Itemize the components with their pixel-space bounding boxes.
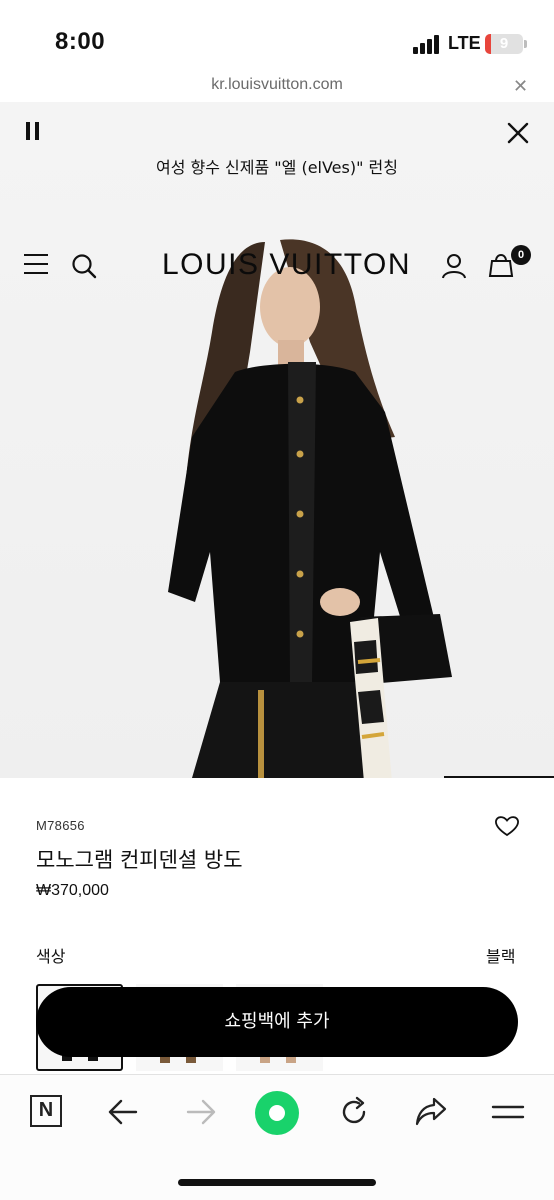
signal-icon	[413, 34, 443, 54]
announcement-text[interactable]: 여성 향수 신제품 "엘 (elVes)" 런칭	[0, 154, 554, 178]
home-indicator	[178, 1179, 376, 1186]
share-icon[interactable]	[414, 1095, 448, 1129]
battery-tip	[524, 40, 527, 48]
reload-icon[interactable]	[337, 1095, 371, 1129]
close-icon[interactable]	[505, 120, 531, 146]
bag-count-badge: 0	[511, 245, 531, 265]
brand-logo[interactable]: LOUIS VUITTON	[162, 248, 411, 282]
search-icon[interactable]	[70, 252, 98, 280]
pause-icon[interactable]	[26, 122, 40, 140]
network-type: LTE	[448, 33, 481, 53]
status-bar: 8:00 LTE 9	[0, 0, 554, 72]
heart-icon[interactable]	[494, 814, 520, 838]
product-name: 모노그램 컨피덴셜 방도	[36, 848, 243, 872]
product-sku: M78656	[36, 818, 85, 833]
arrow-left-icon[interactable]	[106, 1095, 140, 1129]
arrow-right-icon[interactable]	[184, 1095, 218, 1129]
menu-icon[interactable]	[22, 252, 50, 276]
color-value: 블랙	[486, 947, 516, 966]
hero-banner: 여성 향수 신제품 "엘 (elVes)" 런칭 LOUIS VUITTON 0	[0, 102, 554, 778]
naver-n-icon[interactable]: N	[30, 1095, 64, 1129]
carousel-progress	[444, 776, 554, 778]
user-icon[interactable]	[440, 252, 468, 280]
add-to-bag-button[interactable]: 쇼핑백에 추가	[36, 987, 518, 1057]
close-icon[interactable]: ✕	[513, 76, 528, 97]
hamburger-icon[interactable]	[491, 1095, 525, 1129]
model-image	[168, 239, 452, 778]
color-label: 색상	[36, 947, 66, 966]
battery-level: 9	[499, 35, 509, 52]
home-circle-icon[interactable]	[255, 1091, 299, 1135]
product-price: ₩370,000	[36, 882, 109, 899]
url-text[interactable]: kr.louisvuitton.com	[0, 76, 554, 94]
battery-icon: 9	[485, 34, 523, 54]
status-time: 8:00	[55, 28, 106, 55]
url-bar: kr.louisvuitton.com ✕	[0, 72, 554, 102]
